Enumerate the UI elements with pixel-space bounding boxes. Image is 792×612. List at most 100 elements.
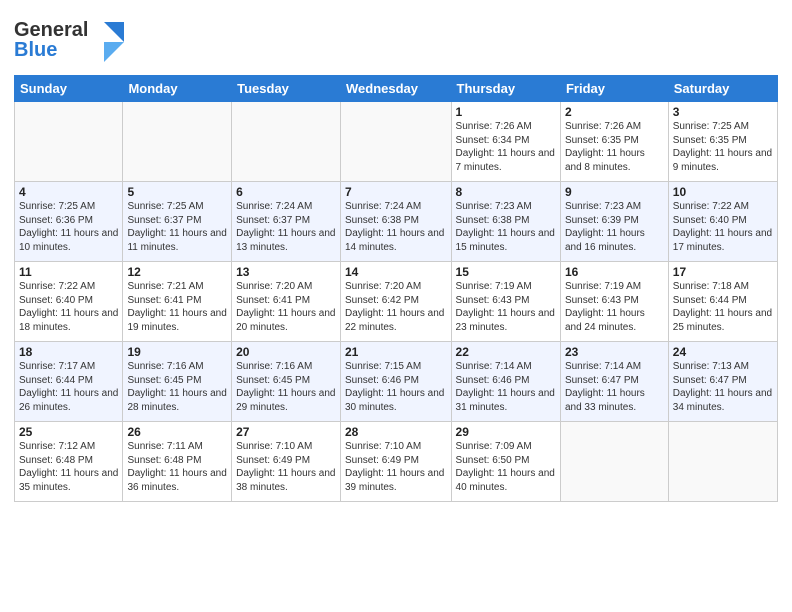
calendar-cell: 16Sunrise: 7:19 AMSunset: 6:43 PMDayligh… [560,262,668,342]
day-info: Sunrise: 7:24 AMSunset: 6:38 PMDaylight:… [345,200,447,254]
day-number: 14 [345,265,447,279]
day-number: 22 [456,345,556,359]
day-number: 16 [565,265,664,279]
day-info: Sunrise: 7:20 AMSunset: 6:41 PMDaylight:… [236,280,336,334]
day-number: 27 [236,425,336,439]
calendar-cell [560,422,668,502]
calendar-cell: 17Sunrise: 7:18 AMSunset: 6:44 PMDayligh… [668,262,777,342]
day-info: Sunrise: 7:26 AMSunset: 6:34 PMDaylight:… [456,120,556,174]
calendar-cell: 11Sunrise: 7:22 AMSunset: 6:40 PMDayligh… [15,262,123,342]
day-number: 26 [127,425,227,439]
day-info: Sunrise: 7:10 AMSunset: 6:49 PMDaylight:… [345,440,447,494]
day-info: Sunrise: 7:11 AMSunset: 6:48 PMDaylight:… [127,440,227,494]
calendar-cell: 22Sunrise: 7:14 AMSunset: 6:46 PMDayligh… [451,342,560,422]
calendar-header-monday: Monday [123,76,232,102]
day-number: 12 [127,265,227,279]
calendar-cell: 24Sunrise: 7:13 AMSunset: 6:47 PMDayligh… [668,342,777,422]
calendar-header-sunday: Sunday [15,76,123,102]
day-info: Sunrise: 7:26 AMSunset: 6:35 PMDaylight:… [565,120,664,174]
day-info: Sunrise: 7:25 AMSunset: 6:35 PMDaylight:… [673,120,773,174]
calendar-header-row: SundayMondayTuesdayWednesdayThursdayFrid… [15,76,778,102]
day-info: Sunrise: 7:13 AMSunset: 6:47 PMDaylight:… [673,360,773,414]
calendar-cell: 27Sunrise: 7:10 AMSunset: 6:49 PMDayligh… [232,422,341,502]
calendar-cell [668,422,777,502]
calendar-cell: 3Sunrise: 7:25 AMSunset: 6:35 PMDaylight… [668,102,777,182]
day-info: Sunrise: 7:23 AMSunset: 6:39 PMDaylight:… [565,200,664,254]
day-number: 9 [565,185,664,199]
day-info: Sunrise: 7:21 AMSunset: 6:41 PMDaylight:… [127,280,227,334]
calendar-week-2: 4Sunrise: 7:25 AMSunset: 6:36 PMDaylight… [15,182,778,262]
day-number: 2 [565,105,664,119]
calendar-cell: 13Sunrise: 7:20 AMSunset: 6:41 PMDayligh… [232,262,341,342]
logo: General Blue [14,14,124,67]
calendar-cell: 14Sunrise: 7:20 AMSunset: 6:42 PMDayligh… [341,262,452,342]
page-container: General Blue SundayMondayTuesdayWednesda… [0,0,792,512]
day-number: 28 [345,425,447,439]
calendar-header-thursday: Thursday [451,76,560,102]
day-info: Sunrise: 7:22 AMSunset: 6:40 PMDaylight:… [19,280,118,334]
day-number: 24 [673,345,773,359]
calendar-header-tuesday: Tuesday [232,76,341,102]
day-number: 25 [19,425,118,439]
svg-text:General: General [14,19,88,41]
calendar-cell: 21Sunrise: 7:15 AMSunset: 6:46 PMDayligh… [341,342,452,422]
day-info: Sunrise: 7:10 AMSunset: 6:49 PMDaylight:… [236,440,336,494]
day-number: 4 [19,185,118,199]
day-info: Sunrise: 7:25 AMSunset: 6:37 PMDaylight:… [127,200,227,254]
svg-text:Blue: Blue [14,39,57,61]
calendar-cell: 6Sunrise: 7:24 AMSunset: 6:37 PMDaylight… [232,182,341,262]
calendar-week-4: 18Sunrise: 7:17 AMSunset: 6:44 PMDayligh… [15,342,778,422]
calendar-cell: 28Sunrise: 7:10 AMSunset: 6:49 PMDayligh… [341,422,452,502]
calendar-cell: 5Sunrise: 7:25 AMSunset: 6:37 PMDaylight… [123,182,232,262]
day-info: Sunrise: 7:09 AMSunset: 6:50 PMDaylight:… [456,440,556,494]
day-info: Sunrise: 7:19 AMSunset: 6:43 PMDaylight:… [456,280,556,334]
day-number: 19 [127,345,227,359]
day-number: 29 [456,425,556,439]
day-number: 11 [19,265,118,279]
day-info: Sunrise: 7:19 AMSunset: 6:43 PMDaylight:… [565,280,664,334]
day-number: 10 [673,185,773,199]
day-number: 13 [236,265,336,279]
day-number: 15 [456,265,556,279]
day-number: 7 [345,185,447,199]
calendar-week-3: 11Sunrise: 7:22 AMSunset: 6:40 PMDayligh… [15,262,778,342]
day-info: Sunrise: 7:12 AMSunset: 6:48 PMDaylight:… [19,440,118,494]
calendar-cell: 10Sunrise: 7:22 AMSunset: 6:40 PMDayligh… [668,182,777,262]
calendar-header-friday: Friday [560,76,668,102]
calendar-cell: 26Sunrise: 7:11 AMSunset: 6:48 PMDayligh… [123,422,232,502]
day-number: 21 [345,345,447,359]
day-info: Sunrise: 7:14 AMSunset: 6:46 PMDaylight:… [456,360,556,414]
calendar-cell [15,102,123,182]
calendar-week-5: 25Sunrise: 7:12 AMSunset: 6:48 PMDayligh… [15,422,778,502]
day-number: 5 [127,185,227,199]
calendar-table: SundayMondayTuesdayWednesdayThursdayFrid… [14,75,778,502]
day-number: 20 [236,345,336,359]
day-number: 18 [19,345,118,359]
day-number: 23 [565,345,664,359]
day-number: 17 [673,265,773,279]
day-info: Sunrise: 7:23 AMSunset: 6:38 PMDaylight:… [456,200,556,254]
calendar-cell: 1Sunrise: 7:26 AMSunset: 6:34 PMDaylight… [451,102,560,182]
calendar-cell: 18Sunrise: 7:17 AMSunset: 6:44 PMDayligh… [15,342,123,422]
day-number: 6 [236,185,336,199]
day-info: Sunrise: 7:15 AMSunset: 6:46 PMDaylight:… [345,360,447,414]
day-number: 3 [673,105,773,119]
header: General Blue [14,10,778,67]
calendar-cell: 29Sunrise: 7:09 AMSunset: 6:50 PMDayligh… [451,422,560,502]
day-info: Sunrise: 7:16 AMSunset: 6:45 PMDaylight:… [236,360,336,414]
calendar-cell: 20Sunrise: 7:16 AMSunset: 6:45 PMDayligh… [232,342,341,422]
calendar-cell: 15Sunrise: 7:19 AMSunset: 6:43 PMDayligh… [451,262,560,342]
calendar-cell: 9Sunrise: 7:23 AMSunset: 6:39 PMDaylight… [560,182,668,262]
calendar-cell: 23Sunrise: 7:14 AMSunset: 6:47 PMDayligh… [560,342,668,422]
day-info: Sunrise: 7:24 AMSunset: 6:37 PMDaylight:… [236,200,336,254]
calendar-cell: 8Sunrise: 7:23 AMSunset: 6:38 PMDaylight… [451,182,560,262]
calendar-cell: 25Sunrise: 7:12 AMSunset: 6:48 PMDayligh… [15,422,123,502]
day-info: Sunrise: 7:25 AMSunset: 6:36 PMDaylight:… [19,200,118,254]
logo-text: General Blue [14,14,124,67]
calendar-cell [123,102,232,182]
day-info: Sunrise: 7:14 AMSunset: 6:47 PMDaylight:… [565,360,664,414]
calendar-cell: 7Sunrise: 7:24 AMSunset: 6:38 PMDaylight… [341,182,452,262]
day-info: Sunrise: 7:18 AMSunset: 6:44 PMDaylight:… [673,280,773,334]
calendar-week-1: 1Sunrise: 7:26 AMSunset: 6:34 PMDaylight… [15,102,778,182]
calendar-cell [232,102,341,182]
